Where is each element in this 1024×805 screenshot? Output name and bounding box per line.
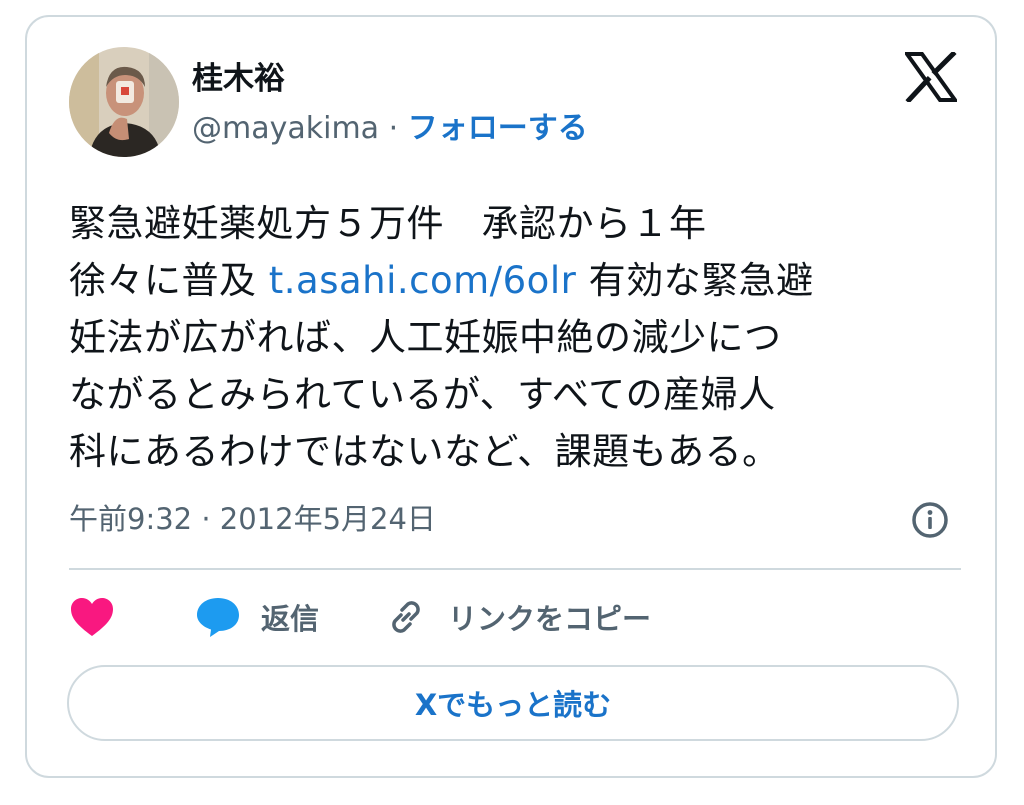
tweet-line-3: 妊法が広がれば、人工妊娠中絶の減少につ: [69, 316, 782, 359]
author-name[interactable]: 桂木裕: [192, 59, 285, 99]
read-more-on-x-button[interactable]: Xでもっと読む: [67, 665, 959, 741]
author-handle-row: @mayakima · フォローする: [192, 109, 588, 149]
reply-button[interactable]: 返信: [195, 595, 319, 639]
speech-bubble-icon: [197, 598, 239, 637]
link-icon: [392, 601, 420, 633]
divider: [69, 568, 961, 570]
heart-icon: [71, 598, 113, 636]
author-handle[interactable]: @mayakima: [192, 111, 379, 146]
copy-link-label: リンクをコピー: [448, 602, 652, 636]
tweet-timestamp[interactable]: 午前9:32 · 2012年5月24日: [69, 499, 436, 539]
info-icon[interactable]: [910, 500, 950, 540]
tweet-line-1: 緊急避妊薬処方５万件 承認から１年: [69, 202, 707, 245]
avatar-image: [69, 47, 179, 157]
tweet-line-2-start: 徐々に普及: [69, 259, 269, 302]
tweet-text: 緊急避妊薬処方５万件 承認から１年 徐々に普及 t.asahi.com/6olr…: [69, 195, 949, 480]
tweet-line-2: 徐々に普及 t.asahi.com/6olr 有効な緊急避: [69, 252, 949, 309]
tweet-link[interactable]: t.asahi.com/6olr: [269, 259, 577, 302]
tweet-line-4: ながるとみられているが、すべての産婦人: [69, 373, 776, 416]
copy-link-button[interactable]: リンクをコピー: [384, 595, 651, 639]
x-logo-icon[interactable]: [903, 50, 959, 104]
avatar[interactable]: [69, 47, 179, 157]
like-button[interactable]: [69, 595, 115, 639]
tweet-line-5: 科にあるわけではないなど、課題もある。: [69, 430, 780, 473]
handle-separator: ·: [388, 111, 399, 146]
follow-button[interactable]: フォローする: [408, 111, 588, 146]
tweet-line-2-end: 有効な緊急避: [576, 259, 814, 302]
reply-label: 返信: [261, 602, 320, 636]
tweet-card: 桂木裕 @mayakima · フォローする 緊急避妊薬処方５万件 承認から１年…: [25, 15, 997, 778]
